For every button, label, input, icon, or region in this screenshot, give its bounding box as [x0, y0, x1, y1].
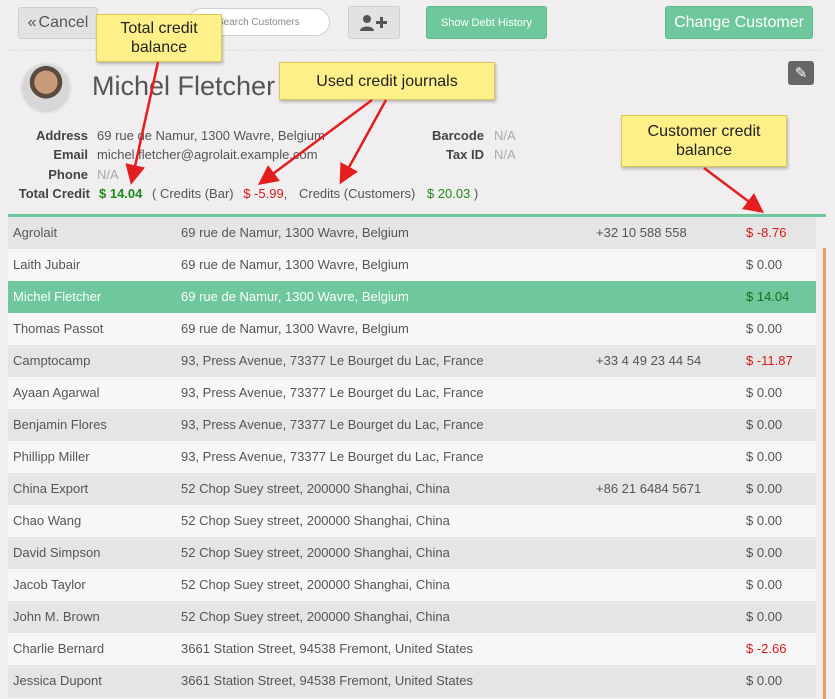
arrow-total-credit: [125, 61, 160, 185]
arrow-credits-bar: [257, 98, 373, 185]
arrow-customer-credit: [703, 167, 764, 213]
callout-arrows: [125, 61, 764, 213]
arrow-credits-customers: [339, 99, 388, 185]
